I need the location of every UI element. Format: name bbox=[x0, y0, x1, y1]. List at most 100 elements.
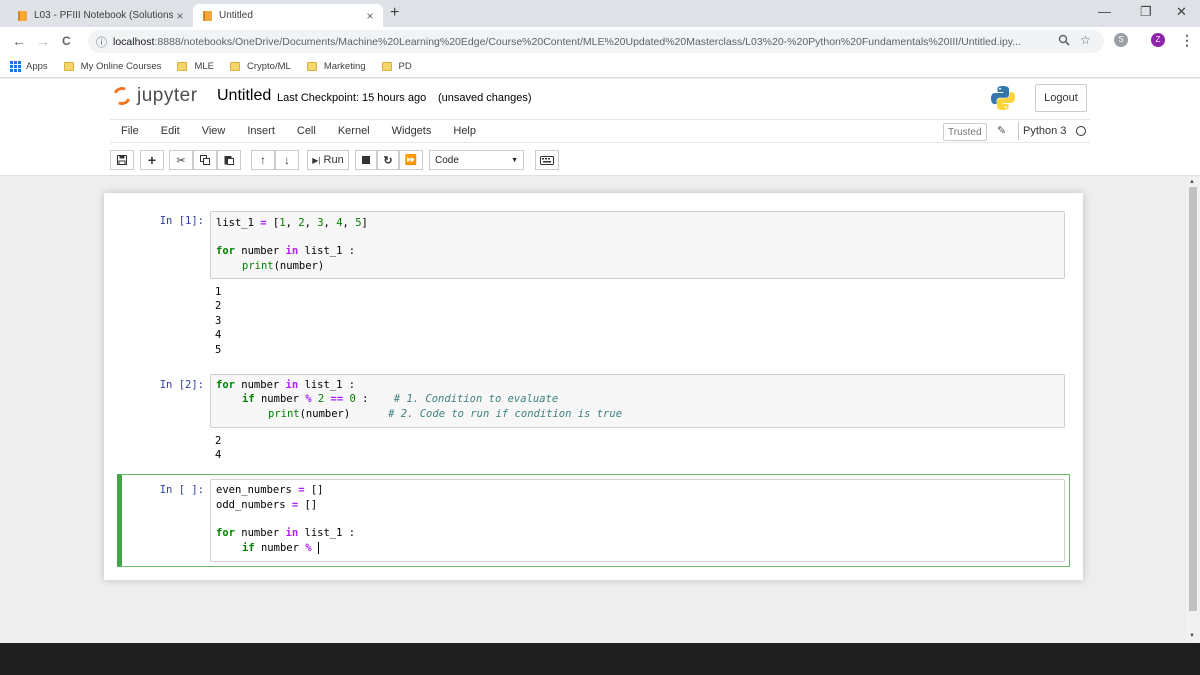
close-window-icon[interactable]: ✕ bbox=[1176, 4, 1187, 20]
bookmark-label: Crypto/ML bbox=[246, 61, 291, 72]
scroll-down-icon[interactable]: ▼ bbox=[1189, 633, 1195, 639]
fast-forward-icon: ⏩ bbox=[404, 154, 418, 166]
menu-cell[interactable]: Cell bbox=[286, 125, 327, 137]
browser-tab-strip: L03 - PFIII Notebook (Solutions) × Untit… bbox=[0, 0, 1200, 27]
profile-avatar[interactable]: Z bbox=[1151, 33, 1165, 47]
restore-icon[interactable]: ❐ bbox=[1140, 4, 1152, 20]
cell-3-input[interactable] bbox=[210, 479, 1065, 562]
scroll-up-icon[interactable]: ▲ bbox=[1189, 179, 1195, 185]
code-line: if number % 2 == 0 : # 1. Condition to e… bbox=[242, 393, 559, 405]
forward-icon[interactable]: → bbox=[36, 33, 50, 49]
notebook-container: In [1]: list_1 = [1, 2, 3, 4, 5] for num… bbox=[104, 193, 1083, 580]
cut-button[interactable]: ✂ bbox=[169, 150, 193, 170]
stop-icon bbox=[362, 156, 370, 164]
star-icon[interactable]: ☆ bbox=[1080, 33, 1091, 47]
bookmark-pd[interactable]: PD bbox=[381, 61, 412, 72]
code-line: for number in list_1 : bbox=[216, 527, 356, 539]
save-button[interactable] bbox=[110, 150, 134, 170]
paste-icon bbox=[224, 156, 234, 165]
url-text: localhost:8888/notebooks/OneDrive/Docume… bbox=[113, 35, 1022, 48]
menu-widgets[interactable]: Widgets bbox=[381, 125, 443, 137]
python-logo-icon bbox=[991, 86, 1015, 110]
cell-2-output: 2 bbox=[215, 435, 222, 447]
tab-close-icon[interactable]: × bbox=[363, 9, 377, 23]
cell-1-prompt: In [1]: bbox=[159, 215, 204, 227]
back-icon[interactable]: ← bbox=[12, 33, 26, 49]
reload-icon[interactable]: C bbox=[62, 34, 71, 48]
jupyter-logo[interactable]: jupyter bbox=[110, 84, 198, 108]
bookmark-marketing[interactable]: Marketing bbox=[306, 61, 366, 72]
text-cursor bbox=[317, 542, 319, 554]
code-line: print(number) bbox=[242, 260, 325, 272]
restart-icon: ↻ bbox=[383, 154, 393, 167]
scissors-icon: ✂ bbox=[176, 154, 186, 167]
new-tab-button[interactable]: + bbox=[390, 4, 399, 22]
menu-view[interactable]: View bbox=[191, 125, 237, 137]
bookmark-my-online-courses[interactable]: My Online Courses bbox=[63, 61, 162, 72]
plus-icon: + bbox=[147, 152, 157, 168]
cell-1-output: 4 bbox=[215, 329, 222, 341]
copy-button[interactable] bbox=[193, 150, 217, 170]
jupyter-menubar: File Edit View Insert Cell Kernel Widget… bbox=[110, 119, 1090, 143]
code-line: print(number) # 2. Code to run if condit… bbox=[268, 408, 623, 420]
notebook-name[interactable]: Untitled bbox=[217, 87, 271, 105]
bookmark-apps[interactable]: Apps bbox=[10, 61, 48, 72]
code-line: odd_numbers = [] bbox=[216, 499, 318, 511]
scrollbar-thumb[interactable] bbox=[1189, 187, 1197, 611]
checkpoint-status: Last Checkpoint: 15 hours ago bbox=[277, 92, 427, 104]
tab-title: L03 - PFIII Notebook (Solutions) bbox=[34, 10, 173, 21]
dropdown-caret-icon: ▼ bbox=[511, 156, 518, 164]
taskbar bbox=[0, 643, 1200, 675]
minimize-icon[interactable]: — bbox=[1098, 4, 1111, 19]
run-button[interactable]: ▶︎| Run bbox=[307, 150, 349, 170]
cell-type-select[interactable]: Code ▼ bbox=[429, 150, 524, 170]
menu-help[interactable]: Help bbox=[442, 125, 487, 137]
trusted-indicator[interactable]: Trusted bbox=[943, 123, 987, 141]
menu-file[interactable]: File bbox=[110, 125, 150, 137]
keyboard-icon bbox=[540, 155, 554, 165]
jupyter-logo-icon bbox=[110, 84, 134, 108]
kernel-name[interactable]: Python 3 bbox=[1018, 122, 1066, 140]
info-icon[interactable]: ⓘ bbox=[96, 34, 107, 50]
restart-run-all-button[interactable]: ⏩ bbox=[399, 150, 423, 170]
interrupt-button[interactable] bbox=[355, 150, 377, 170]
jupyter-header: jupyter Untitled Last Checkpoint: 15 hou… bbox=[0, 79, 1200, 176]
extension-icon[interactable]: S bbox=[1114, 33, 1128, 47]
insert-cell-button[interactable]: + bbox=[140, 150, 164, 170]
cell-type-value: Code bbox=[435, 154, 459, 166]
code-line: if number % bbox=[242, 542, 319, 554]
cell-1-output: 1 bbox=[215, 286, 222, 298]
browser-menu-icon[interactable]: ⋮ bbox=[1180, 32, 1194, 49]
copy-icon bbox=[200, 155, 210, 165]
menu-kernel[interactable]: Kernel bbox=[327, 125, 381, 137]
folder-icon bbox=[63, 62, 74, 71]
folder-icon bbox=[177, 62, 188, 71]
save-icon bbox=[117, 155, 127, 165]
zoom-icon[interactable] bbox=[1058, 34, 1070, 49]
bookmark-label: MLE bbox=[194, 61, 214, 72]
bookmark-crypto-ml[interactable]: Crypto/ML bbox=[229, 61, 291, 72]
move-up-button[interactable]: ↑ bbox=[251, 150, 275, 170]
bookmark-label: My Online Courses bbox=[80, 61, 162, 72]
menu-edit[interactable]: Edit bbox=[150, 125, 191, 137]
move-down-button[interactable]: ↓ bbox=[275, 150, 299, 170]
jupyter-logo-text: jupyter bbox=[137, 85, 198, 106]
bookmark-label: Apps bbox=[26, 61, 48, 72]
browser-toolbar: ← → C ⓘ localhost:8888/notebooks/OneDriv… bbox=[0, 27, 1200, 56]
bookmark-mle[interactable]: MLE bbox=[177, 61, 214, 72]
page-scrollbar[interactable]: ▲ ▼ bbox=[1186, 177, 1200, 643]
menu-insert[interactable]: Insert bbox=[236, 125, 286, 137]
browser-tab-untitled[interactable]: Untitled × bbox=[193, 4, 383, 27]
browser-tab-solutions[interactable]: L03 - PFIII Notebook (Solutions) × bbox=[0, 4, 193, 27]
folder-icon bbox=[306, 62, 317, 71]
paste-button[interactable] bbox=[217, 150, 241, 170]
logout-button[interactable]: Logout bbox=[1035, 84, 1087, 112]
command-palette-button[interactable] bbox=[535, 150, 559, 170]
cell-1-output: 2 bbox=[215, 300, 222, 312]
tab-close-icon[interactable]: × bbox=[173, 9, 187, 23]
address-bar[interactable]: ⓘ localhost:8888/notebooks/OneDrive/Docu… bbox=[88, 30, 1104, 53]
tab-title: Untitled bbox=[219, 10, 253, 21]
restart-kernel-button[interactable]: ↻ bbox=[377, 150, 399, 170]
cell-1-output: 5 bbox=[215, 344, 222, 356]
cell-2-prompt: In [2]: bbox=[159, 379, 204, 391]
